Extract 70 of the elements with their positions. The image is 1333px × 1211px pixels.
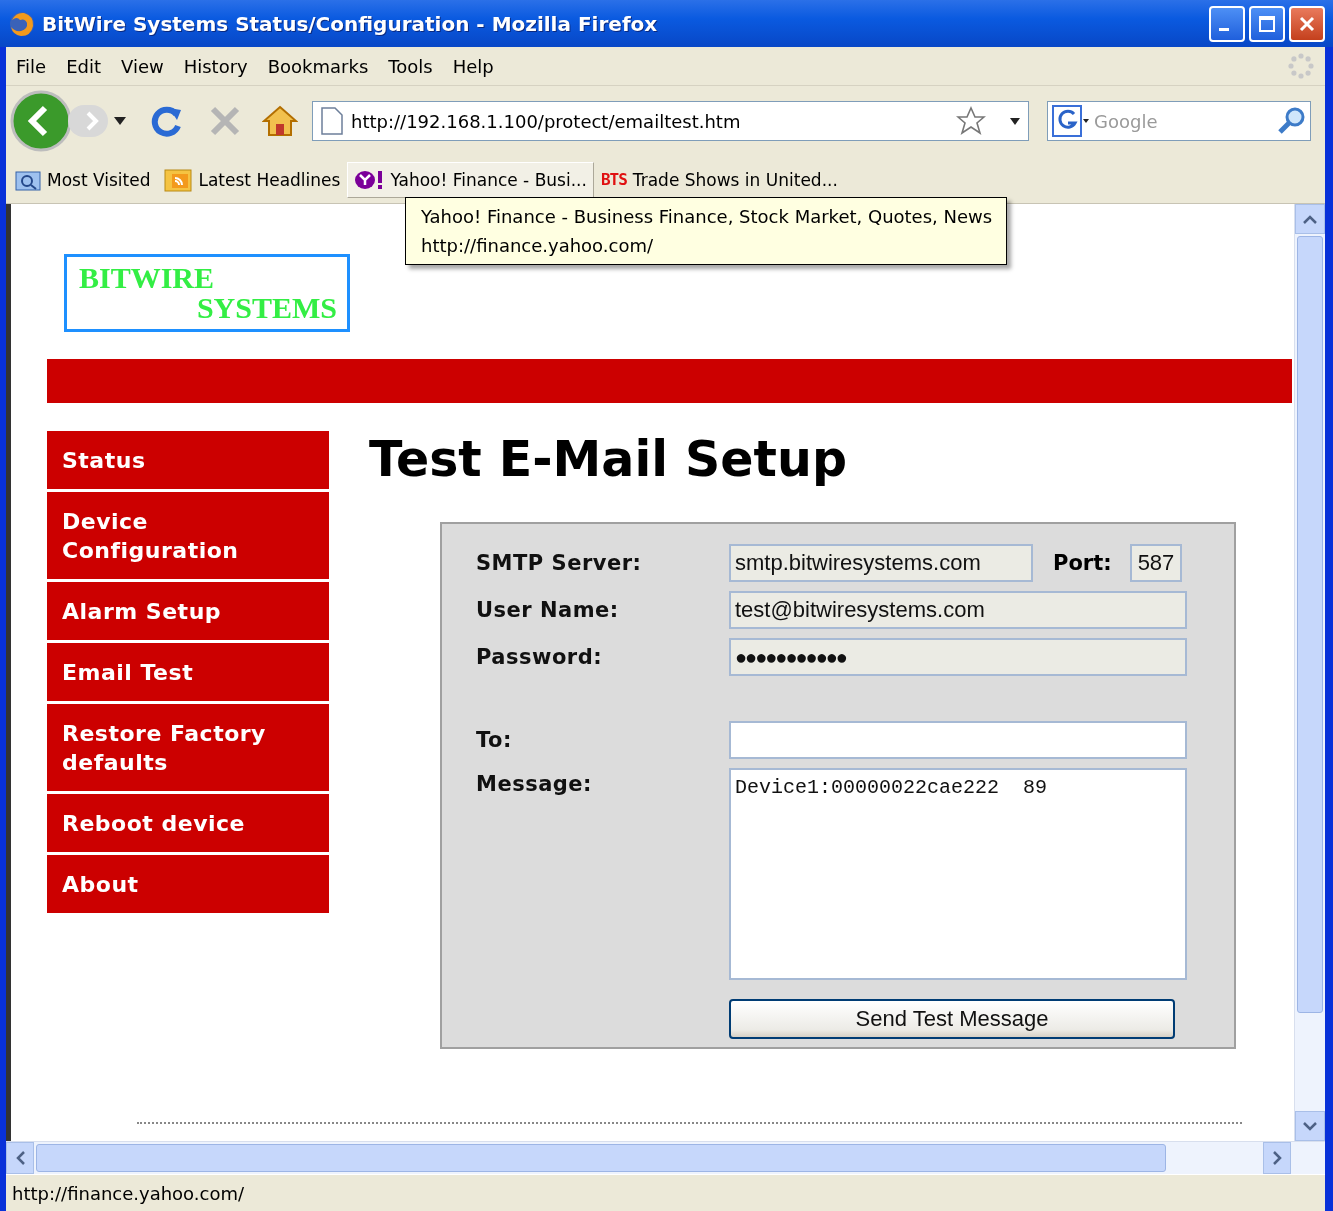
back-button[interactable] [10, 90, 72, 152]
bookmark-item[interactable]: Yahoo! Finance - Busi... [347, 161, 594, 198]
status-text: http://finance.yahoo.com/ [12, 1182, 245, 1204]
close-icon [1298, 14, 1316, 33]
minimize-button[interactable] [1209, 5, 1245, 42]
star-icon[interactable] [956, 106, 986, 136]
page-heading: Test E-Mail Setup [369, 431, 848, 488]
field-label: To: [476, 728, 513, 752]
reload-icon[interactable] [150, 104, 184, 138]
input-field[interactable] [729, 721, 1187, 759]
home-icon[interactable] [262, 104, 298, 138]
bookmark-label: Most Visited [47, 169, 151, 190]
google-g-icon [1052, 105, 1090, 137]
field-label: SMTP Server: [476, 551, 643, 575]
minimize-icon [1219, 27, 1229, 31]
nav-link[interactable]: Status [47, 431, 329, 489]
field-label: Port: [1053, 551, 1112, 575]
dropdown-caret-icon[interactable] [114, 117, 126, 125]
scrollbar-thumb[interactable] [36, 1144, 1166, 1172]
address-bar[interactable]: http://192.168.1.100/protect/emailtest.htm [312, 101, 1029, 141]
nav-link[interactable]: Restore Factory defaults [47, 704, 329, 791]
tooltip-text: http://finance.yahoo.com/ [421, 234, 655, 258]
rss-feed-icon [164, 167, 193, 192]
input-field[interactable]: smtp.bitwiresystems.com [729, 544, 1033, 582]
firefox-icon [8, 9, 36, 38]
input-field[interactable]: test@bitwiresystems.com [729, 591, 1187, 629]
nav-link[interactable]: About [47, 855, 329, 913]
vertical-scrollbar[interactable] [1294, 204, 1325, 1141]
bookmark-label: Trade Shows in United... [632, 169, 838, 190]
dropdown-caret-icon[interactable] [1010, 117, 1020, 125]
folder-icon [15, 168, 41, 191]
menu-item[interactable]: Bookmarks [261, 55, 383, 77]
input-field[interactable]: 587 [1129, 544, 1182, 582]
yahoo-icon [354, 168, 385, 191]
field-label: Message: [476, 771, 593, 796]
close-button[interactable] [1289, 5, 1325, 42]
window-title: BitWire Systems Status/Configuration - Mozilla Firefox [42, 11, 659, 36]
page-icon [321, 107, 343, 135]
logo-text: BITWIRE [79, 263, 216, 293]
password-field[interactable]: ●●●●●●●●●●● [729, 638, 1187, 676]
scroll-right-icon[interactable] [1272, 1151, 1282, 1165]
scroll-left-icon[interactable] [15, 1151, 25, 1165]
logo-text: SYSTEMS [195, 293, 337, 323]
menu-item[interactable]: View [115, 55, 178, 77]
search-icon[interactable] [1276, 106, 1306, 136]
menu-item[interactable]: Tools [382, 55, 447, 77]
scroll-up-icon[interactable] [1303, 214, 1317, 224]
scroll-down-icon[interactable] [1303, 1121, 1317, 1131]
throbber-icon [1287, 52, 1315, 80]
field-label: Password: [476, 645, 604, 669]
send-test-message-button[interactable]: Send Test Message [729, 999, 1175, 1039]
bts-logo: BTS [600, 170, 627, 189]
nav-link[interactable]: Reboot device [47, 794, 329, 852]
bookmark-item[interactable]: Most Visited [8, 161, 158, 198]
message-textarea[interactable]: Device1:00000022cae222 89 [729, 768, 1187, 980]
menu-item[interactable]: Help [446, 55, 508, 77]
menu-item[interactable]: File [10, 55, 61, 77]
menu-item[interactable]: Edit [60, 55, 115, 77]
tooltip-text: Yahoo! Finance - Business Finance, Stock Market, Quotes, News [421, 205, 993, 229]
bookmark-item[interactable]: BTS Trade Shows in United... [593, 161, 845, 198]
menu-item[interactable]: History [177, 55, 262, 77]
maximize-icon [1258, 14, 1276, 33]
nav-link[interactable]: Email Test [47, 643, 329, 701]
field-label: User Name: [476, 598, 620, 622]
bookmark-label: Latest Headlines [198, 169, 341, 190]
nav-link[interactable]: Device Configuration [47, 492, 329, 579]
bookmark-label: Yahoo! Finance - Busi... [390, 169, 587, 190]
nav-link[interactable]: Alarm Setup [47, 582, 329, 640]
maximize-button[interactable] [1249, 5, 1285, 42]
bookmark-item[interactable]: Latest Headlines [157, 161, 348, 198]
